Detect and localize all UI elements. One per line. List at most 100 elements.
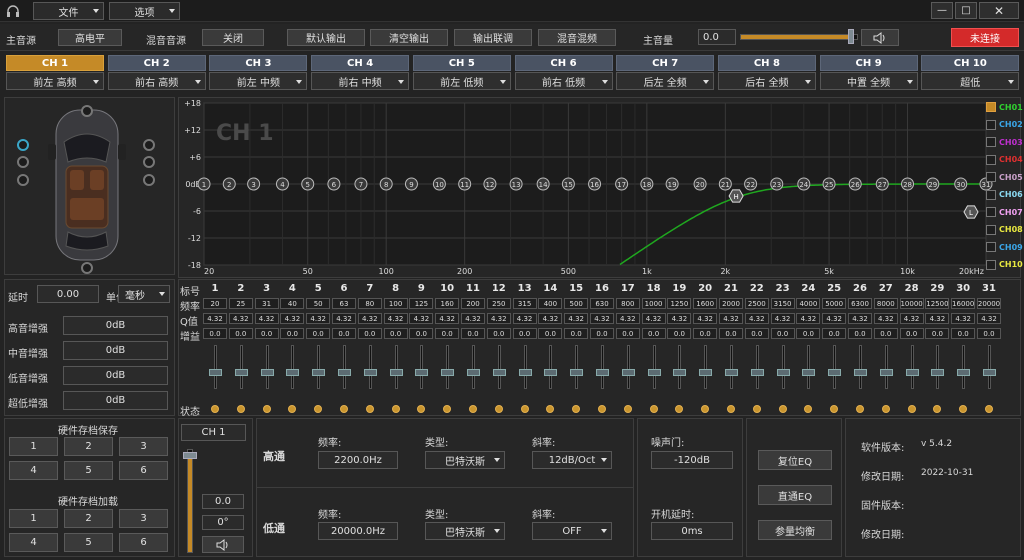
eq-band-state-indicator[interactable] (211, 405, 219, 413)
channel-tab-name[interactable]: CH 3 (209, 55, 308, 71)
eq-gain-input[interactable]: 0.0 (848, 328, 872, 339)
eq-gain-input[interactable]: 0.0 (254, 328, 279, 339)
direct-eq-button[interactable]: 直通EQ (758, 485, 832, 505)
legend-channel-10[interactable]: CH10 (986, 259, 1023, 271)
file-menu[interactable]: 文件 (33, 2, 104, 20)
main-volume-handle[interactable] (848, 29, 855, 44)
load-preset-button-4[interactable]: 4 (9, 533, 58, 552)
eq-gain-slider[interactable] (549, 345, 553, 389)
eq-gain-slider[interactable] (523, 345, 527, 389)
channel-tab-1[interactable]: CH 1 前左 高频 (6, 55, 104, 91)
phase-value[interactable]: 0° (202, 515, 244, 530)
minimize-button[interactable]: — (931, 2, 953, 19)
legend-channel-6[interactable]: CH06 (986, 189, 1023, 201)
eq-q-input[interactable]: 4.32 (357, 313, 382, 324)
eq-band-state-indicator[interactable] (262, 405, 271, 413)
eq-band-state-indicator[interactable] (959, 405, 968, 413)
eq-gain-input[interactable]: 0.0 (770, 328, 795, 339)
eq-gain-input[interactable]: 0.0 (486, 328, 511, 339)
eq-gain-slider[interactable] (239, 345, 243, 389)
legend-checkbox[interactable] (986, 259, 996, 270)
eq-gain-slider-handle[interactable] (957, 369, 971, 376)
eq-gain-input[interactable]: 0.0 (899, 328, 924, 339)
eq-gain-input[interactable]: 0.0 (641, 328, 666, 339)
channel-mute-button[interactable] (202, 536, 244, 553)
main-volume-value[interactable]: 0.0 (698, 29, 736, 45)
eq-gain-input[interactable]: 0.0 (461, 328, 485, 339)
eq-gain-slider-handle[interactable] (389, 369, 403, 376)
channel-tab-3[interactable]: CH 3 前左 中频 (209, 55, 308, 91)
eq-band-state-indicator[interactable] (314, 405, 323, 413)
eq-gain-input[interactable]: 0.0 (744, 328, 769, 339)
speaker-dot-icon[interactable] (81, 105, 93, 117)
eq-q-input[interactable]: 4.32 (770, 313, 795, 324)
eq-gain-input[interactable]: 0.0 (409, 328, 434, 339)
eq-freq-input[interactable]: 630 (590, 298, 614, 309)
channel-position-select[interactable]: 后右 全频 (717, 72, 816, 90)
save-preset-button-5[interactable]: 5 (64, 461, 113, 480)
eq-gain-slider-handle[interactable] (312, 369, 326, 376)
eq-band-state-indicator[interactable] (985, 405, 993, 413)
eq-gain-input[interactable]: 0.0 (538, 328, 563, 339)
eq-q-input[interactable]: 4.32 (409, 313, 434, 324)
eq-gain-slider[interactable] (755, 345, 759, 389)
eq-gain-slider[interactable] (420, 345, 424, 389)
eq-gain-slider[interactable] (446, 345, 450, 389)
legend-channel-7[interactable]: CH07 (986, 206, 1023, 218)
eq-q-input[interactable]: 4.32 (848, 313, 872, 324)
eq-band-state-indicator[interactable] (675, 405, 684, 413)
eq-gain-slider[interactable] (859, 345, 862, 389)
eq-gain-slider[interactable] (291, 345, 295, 389)
gain-input[interactable]: 0dB (63, 391, 168, 410)
eq-gain-input[interactable]: 0.0 (564, 328, 589, 339)
delay-input[interactable]: 0.00 (37, 285, 99, 303)
connection-status-button[interactable]: 未连接 (951, 28, 1019, 47)
eq-freq-input[interactable]: 250 (486, 298, 511, 309)
eq-q-input[interactable]: 4.32 (693, 313, 718, 324)
channel-fader-track[interactable] (187, 449, 193, 553)
output-link-button[interactable]: 输出联调 (454, 29, 532, 46)
eq-gain-slider-handle[interactable] (699, 369, 713, 376)
eq-gain-slider[interactable] (575, 345, 579, 389)
legend-checkbox[interactable] (986, 242, 996, 252)
eq-gain-slider-handle[interactable] (415, 369, 429, 376)
eq-gain-slider[interactable] (704, 345, 708, 389)
eq-gain-input[interactable]: 0.0 (667, 328, 692, 339)
eq-gain-slider[interactable] (343, 345, 346, 389)
channel-tab-name[interactable]: CH 10 (921, 55, 1020, 71)
channel-position-select[interactable]: 前右 低频 (514, 72, 613, 90)
eq-band-state-indicator[interactable] (881, 405, 890, 413)
channel-tab-2[interactable]: CH 2 前右 高频 (107, 55, 206, 91)
eq-q-input[interactable]: 4.32 (435, 313, 460, 324)
eq-freq-input[interactable]: 315 (512, 298, 537, 309)
mix-button[interactable]: 混音混频 (538, 29, 616, 46)
eq-freq-input[interactable]: 400 (538, 298, 563, 309)
channel-tab-name[interactable]: CH 2 (107, 55, 206, 71)
eq-gain-slider[interactable] (601, 345, 604, 389)
channel-tab-7[interactable]: CH 7 后左 全频 (616, 55, 715, 91)
eq-freq-input[interactable]: 125 (409, 298, 434, 309)
eq-freq-input[interactable]: 80 (357, 298, 382, 309)
eq-band-state-indicator[interactable] (598, 405, 606, 413)
legend-channel-4[interactable]: CH04 (986, 154, 1023, 166)
save-preset-button-3[interactable]: 3 (119, 437, 168, 456)
channel-position-select[interactable]: 中置 全频 (819, 72, 918, 90)
eq-freq-input[interactable]: 4000 (796, 298, 821, 309)
speaker-dot-icon[interactable] (143, 174, 155, 186)
eq-freq-input[interactable]: 10000 (899, 298, 924, 309)
channel-tab-8[interactable]: CH 8 后右 全频 (717, 55, 816, 91)
param-eq-button[interactable]: 参量均衡 (758, 520, 832, 540)
eq-gain-slider[interactable] (394, 345, 398, 389)
eq-q-input[interactable]: 4.32 (486, 313, 511, 324)
eq-band-state-indicator[interactable] (546, 405, 555, 413)
channel-tab-name[interactable]: CH 9 (819, 55, 918, 71)
eq-gain-input[interactable]: 0.0 (873, 328, 898, 339)
high-level-button[interactable]: 高电平 (58, 29, 122, 46)
close-button[interactable]: ✕ (979, 2, 1019, 19)
reset-eq-button[interactable]: 复位EQ (758, 450, 832, 470)
eq-gain-slider-handle[interactable] (363, 369, 377, 376)
legend-channel-8[interactable]: CH08 (986, 224, 1023, 236)
eq-band-state-indicator[interactable] (572, 405, 581, 413)
eq-gain-slider-handle[interactable] (467, 369, 480, 376)
eq-freq-input[interactable]: 6300 (848, 298, 872, 309)
